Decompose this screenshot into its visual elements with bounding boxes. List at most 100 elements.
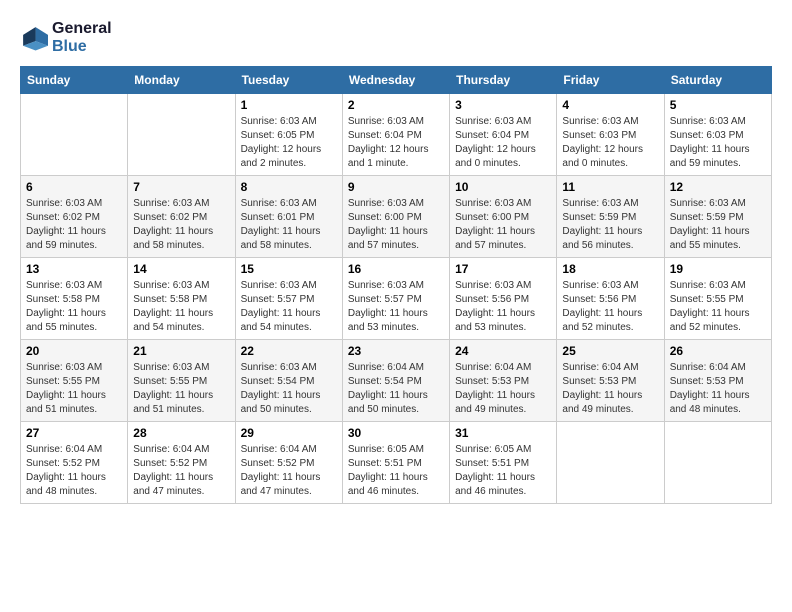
calendar-cell: 30 Sunrise: 6:05 AM Sunset: 5:51 PM Dayli… — [342, 422, 449, 504]
day-number: 14 — [133, 262, 229, 276]
day-number: 1 — [241, 98, 337, 112]
day-info: Sunrise: 6:04 AM Sunset: 5:52 PM Dayligh… — [241, 443, 337, 499]
calendar-cell: 3 Sunrise: 6:03 AM Sunset: 6:04 PM Daylig… — [450, 94, 557, 176]
day-number: 18 — [562, 262, 658, 276]
day-info: Sunrise: 6:03 AM Sunset: 6:00 PM Dayligh… — [348, 197, 444, 253]
column-header-wednesday: Wednesday — [342, 67, 449, 94]
day-info: Sunrise: 6:03 AM Sunset: 6:01 PM Dayligh… — [241, 197, 337, 253]
day-info: Sunrise: 6:03 AM Sunset: 5:57 PM Dayligh… — [348, 279, 444, 335]
day-number: 20 — [26, 344, 122, 358]
calendar-cell — [557, 422, 664, 504]
day-info: Sunrise: 6:04 AM Sunset: 5:52 PM Dayligh… — [133, 443, 229, 499]
calendar-cell: 15 Sunrise: 6:03 AM Sunset: 5:57 PM Dayli… — [235, 258, 342, 340]
calendar-cell: 9Sunrise: 6:03 AM Sunset: 6:00 PM Daylig… — [342, 176, 449, 258]
calendar-cell: 4Sunrise: 6:03 AM Sunset: 6:03 PM Daylig… — [557, 94, 664, 176]
day-number: 24 — [455, 344, 551, 358]
logo-text: General Blue — [52, 20, 112, 56]
day-info: Sunrise: 6:03 AM Sunset: 5:59 PM Dayligh… — [670, 197, 766, 253]
day-number: 12 — [670, 180, 766, 194]
day-info: Sunrise: 6:04 AM Sunset: 5:54 PM Dayligh… — [348, 361, 444, 417]
day-number: 21 — [133, 344, 229, 358]
day-info: Sunrise: 6:03 AM Sunset: 6:00 PM Dayligh… — [455, 197, 551, 253]
logo-icon — [20, 24, 48, 52]
calendar-cell: 16 Sunrise: 6:03 AM Sunset: 5:57 PM Dayli… — [342, 258, 449, 340]
day-number: 3 — [455, 98, 551, 112]
day-info: Sunrise: 6:03 AM Sunset: 6:02 PM Dayligh… — [26, 197, 122, 253]
calendar-cell: 17Sunrise: 6:03 AM Sunset: 5:56 PM Dayli… — [450, 258, 557, 340]
calendar-cell: 1 Sunrise: 6:03 AM Sunset: 6:05 PM Daylig… — [235, 94, 342, 176]
day-number: 15 — [241, 262, 337, 276]
day-number: 7 — [133, 180, 229, 194]
day-number: 11 — [562, 180, 658, 194]
day-info: Sunrise: 6:04 AM Sunset: 5:53 PM Dayligh… — [562, 361, 658, 417]
calendar-cell: 2Sunrise: 6:03 AM Sunset: 6:04 PM Daylig… — [342, 94, 449, 176]
calendar-cell: 13 Sunrise: 6:03 AM Sunset: 5:58 PM Dayli… — [21, 258, 128, 340]
day-number: 22 — [241, 344, 337, 358]
calendar-cell: 6Sunrise: 6:03 AM Sunset: 6:02 PM Daylig… — [21, 176, 128, 258]
page-header: General Blue — [20, 20, 772, 56]
day-number: 26 — [670, 344, 766, 358]
calendar-cell: 7 Sunrise: 6:03 AM Sunset: 6:02 PM Daylig… — [128, 176, 235, 258]
calendar-table: SundayMondayTuesdayWednesdayThursdayFrid… — [20, 66, 772, 504]
calendar-cell: 14Sunrise: 6:03 AM Sunset: 5:58 PM Dayli… — [128, 258, 235, 340]
calendar-cell: 19 Sunrise: 6:03 AM Sunset: 5:55 PM Dayli… — [664, 258, 771, 340]
week-row-1: 1 Sunrise: 6:03 AM Sunset: 6:05 PM Daylig… — [21, 94, 772, 176]
day-info: Sunrise: 6:03 AM Sunset: 5:55 PM Dayligh… — [133, 361, 229, 417]
day-number: 10 — [455, 180, 551, 194]
logo: General Blue — [20, 20, 112, 56]
day-number: 16 — [348, 262, 444, 276]
day-number: 28 — [133, 426, 229, 440]
week-row-5: 27Sunrise: 6:04 AM Sunset: 5:52 PM Dayli… — [21, 422, 772, 504]
day-number: 30 — [348, 426, 444, 440]
column-header-tuesday: Tuesday — [235, 67, 342, 94]
week-row-2: 6Sunrise: 6:03 AM Sunset: 6:02 PM Daylig… — [21, 176, 772, 258]
calendar-cell: 22 Sunrise: 6:03 AM Sunset: 5:54 PM Dayli… — [235, 340, 342, 422]
day-number: 17 — [455, 262, 551, 276]
calendar-cell — [21, 94, 128, 176]
calendar-cell — [128, 94, 235, 176]
day-info: Sunrise: 6:03 AM Sunset: 5:55 PM Dayligh… — [26, 361, 122, 417]
calendar-header-row: SundayMondayTuesdayWednesdayThursdayFrid… — [21, 67, 772, 94]
day-info: Sunrise: 6:03 AM Sunset: 5:56 PM Dayligh… — [562, 279, 658, 335]
day-number: 23 — [348, 344, 444, 358]
calendar-cell: 29Sunrise: 6:04 AM Sunset: 5:52 PM Dayli… — [235, 422, 342, 504]
week-row-3: 13 Sunrise: 6:03 AM Sunset: 5:58 PM Dayli… — [21, 258, 772, 340]
day-info: Sunrise: 6:04 AM Sunset: 5:52 PM Dayligh… — [26, 443, 122, 499]
day-number: 13 — [26, 262, 122, 276]
calendar-cell: 21 Sunrise: 6:03 AM Sunset: 5:55 PM Dayli… — [128, 340, 235, 422]
day-number: 25 — [562, 344, 658, 358]
day-info: Sunrise: 6:03 AM Sunset: 5:55 PM Dayligh… — [670, 279, 766, 335]
calendar-cell: 8 Sunrise: 6:03 AM Sunset: 6:01 PM Daylig… — [235, 176, 342, 258]
calendar-cell: 31Sunrise: 6:05 AM Sunset: 5:51 PM Dayli… — [450, 422, 557, 504]
day-info: Sunrise: 6:03 AM Sunset: 6:03 PM Dayligh… — [670, 115, 766, 171]
day-info: Sunrise: 6:03 AM Sunset: 6:02 PM Dayligh… — [133, 197, 229, 253]
column-header-monday: Monday — [128, 67, 235, 94]
day-number: 4 — [562, 98, 658, 112]
day-info: Sunrise: 6:03 AM Sunset: 6:04 PM Dayligh… — [348, 115, 444, 171]
calendar-cell: 12 Sunrise: 6:03 AM Sunset: 5:59 PM Dayli… — [664, 176, 771, 258]
calendar-cell: 24Sunrise: 6:04 AM Sunset: 5:53 PM Dayli… — [450, 340, 557, 422]
column-header-sunday: Sunday — [21, 67, 128, 94]
calendar-cell: 27Sunrise: 6:04 AM Sunset: 5:52 PM Dayli… — [21, 422, 128, 504]
column-header-saturday: Saturday — [664, 67, 771, 94]
day-info: Sunrise: 6:05 AM Sunset: 5:51 PM Dayligh… — [348, 443, 444, 499]
day-info: Sunrise: 6:03 AM Sunset: 5:57 PM Dayligh… — [241, 279, 337, 335]
column-header-friday: Friday — [557, 67, 664, 94]
calendar-cell: 11 Sunrise: 6:03 AM Sunset: 5:59 PM Dayli… — [557, 176, 664, 258]
calendar-cell: 28 Sunrise: 6:04 AM Sunset: 5:52 PM Dayli… — [128, 422, 235, 504]
day-info: Sunrise: 6:03 AM Sunset: 6:04 PM Dayligh… — [455, 115, 551, 171]
day-number: 19 — [670, 262, 766, 276]
day-info: Sunrise: 6:03 AM Sunset: 6:05 PM Dayligh… — [241, 115, 337, 171]
day-number: 31 — [455, 426, 551, 440]
day-info: Sunrise: 6:03 AM Sunset: 5:58 PM Dayligh… — [26, 279, 122, 335]
calendar-cell: 25 Sunrise: 6:04 AM Sunset: 5:53 PM Dayli… — [557, 340, 664, 422]
day-info: Sunrise: 6:03 AM Sunset: 5:59 PM Dayligh… — [562, 197, 658, 253]
calendar-cell — [664, 422, 771, 504]
week-row-4: 20 Sunrise: 6:03 AM Sunset: 5:55 PM Dayli… — [21, 340, 772, 422]
calendar-cell: 10 Sunrise: 6:03 AM Sunset: 6:00 PM Dayli… — [450, 176, 557, 258]
calendar-cell: 20 Sunrise: 6:03 AM Sunset: 5:55 PM Dayli… — [21, 340, 128, 422]
day-info: Sunrise: 6:03 AM Sunset: 5:54 PM Dayligh… — [241, 361, 337, 417]
calendar-cell: 18 Sunrise: 6:03 AM Sunset: 5:56 PM Dayli… — [557, 258, 664, 340]
calendar-cell: 23 Sunrise: 6:04 AM Sunset: 5:54 PM Dayli… — [342, 340, 449, 422]
day-number: 8 — [241, 180, 337, 194]
